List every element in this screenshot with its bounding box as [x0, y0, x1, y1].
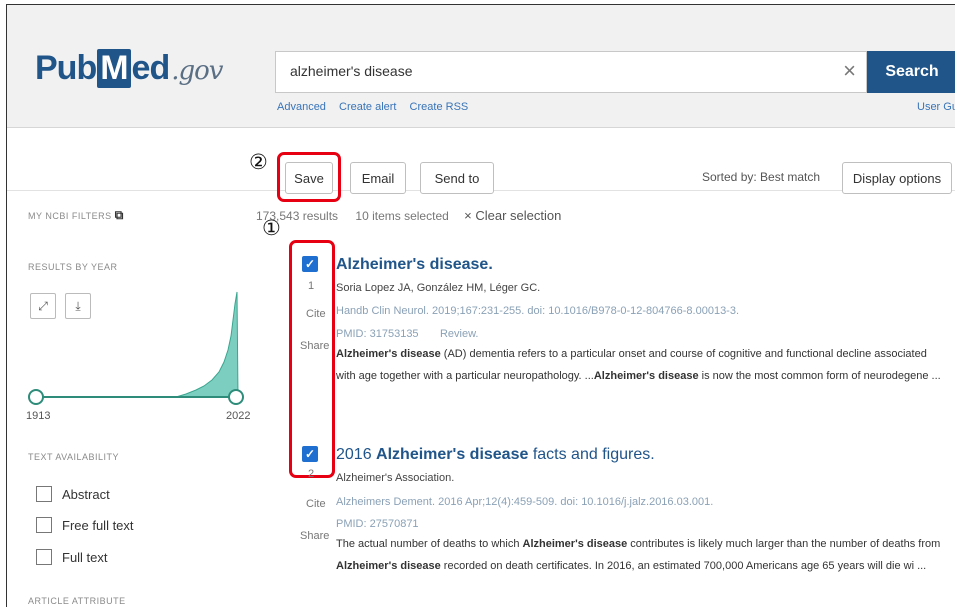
free-full-text-filter-label[interactable]: Free full text: [62, 518, 134, 533]
result-2-snippet: The actual number of deaths to which Alz…: [336, 538, 941, 572]
year-end-label: 2022: [226, 410, 251, 422]
pubmed-logo[interactable]: Pub Med.gov: [35, 49, 223, 88]
search-button[interactable]: Search: [867, 51, 955, 93]
result-1-pmid-line: PMID: 31753135 Review.: [336, 328, 479, 340]
email-button[interactable]: Email: [350, 162, 406, 194]
result-1-cite-button[interactable]: Cite: [306, 308, 326, 320]
result-1-number: 1: [308, 280, 315, 292]
logo-gov-text: .gov: [171, 56, 223, 86]
result-1-type: Review.: [439, 328, 479, 340]
clear-selection-link[interactable]: × Clear selection: [464, 208, 561, 223]
search-sublinks: Advanced Create alert Create RSS: [277, 101, 478, 113]
result-2-checkbox[interactable]: ✓: [302, 446, 318, 462]
abstract-filter-label[interactable]: Abstract: [62, 487, 110, 502]
year-start-handle[interactable]: [28, 389, 44, 405]
result-2-authors: Alzheimer's Association.: [336, 472, 455, 484]
year-end-handle[interactable]: [228, 389, 244, 405]
result-1-title[interactable]: Alzheimer's disease.: [336, 256, 493, 274]
sort-order-label: Sorted by: Best match: [702, 170, 821, 184]
full-text-filter-checkbox[interactable]: [36, 549, 52, 565]
create-rss-link[interactable]: Create RSS: [410, 101, 469, 113]
result-1-share-button[interactable]: Share: [300, 340, 329, 352]
results-meta: 173,543 results 10 items selected × Clea…: [256, 208, 561, 223]
full-text-filter-label[interactable]: Full text: [62, 550, 108, 565]
display-options-button[interactable]: Display options: [842, 162, 952, 194]
result-1-authors: Soria Lopez JA, González HM, Léger GC.: [336, 282, 541, 294]
results-by-year-heading: RESULTS BY YEAR: [28, 262, 118, 272]
text-availability-heading: TEXT AVAILABILITY: [28, 452, 120, 462]
create-alert-link[interactable]: Create alert: [339, 101, 396, 113]
free-full-text-filter-checkbox[interactable]: [36, 517, 52, 533]
results-count: 173,543 results: [256, 209, 339, 223]
send-to-button[interactable]: Send to: [420, 162, 494, 194]
save-highlight-box: [277, 152, 341, 202]
result-2-share-button[interactable]: Share: [300, 530, 329, 542]
advanced-link[interactable]: Advanced: [277, 101, 326, 113]
search-box: ×: [275, 51, 867, 93]
user-guide-link[interactable]: User Guid: [917, 101, 955, 113]
histogram-bars: [175, 291, 239, 398]
result-1-pmid: PMID: 31753135: [336, 328, 419, 340]
logo-pub-text: Pub: [35, 49, 97, 87]
result-2-title[interactable]: 2016 Alzheimer's disease facts and figur…: [336, 446, 655, 464]
article-attribute-heading: ARTICLE ATTRIBUTE: [28, 596, 126, 606]
result-1-journal: Handb Clin Neurol. 2019;167:231-255. doi…: [336, 305, 740, 317]
search-input[interactable]: [288, 62, 812, 80]
external-link-icon[interactable]: ⧉: [115, 208, 124, 222]
clear-search-icon[interactable]: ×: [843, 58, 856, 84]
result-2-number: 2: [308, 468, 315, 480]
result-2-cite-button[interactable]: Cite: [306, 498, 326, 510]
result-2-journal: Alzheimers Dement. 2016 Apr;12(4):459-50…: [336, 496, 714, 508]
checkbox-highlight-box: [289, 240, 335, 478]
logo-m-text: M: [97, 49, 131, 88]
logo-ed-text: ed: [131, 49, 171, 87]
result-1-checkbox[interactable]: ✓: [302, 256, 318, 272]
annotation-2: ②: [249, 150, 268, 174]
results-by-year-histogram: [28, 291, 244, 405]
result-1-snippet: Alzheimer's disease (AD) dementia refers…: [336, 348, 941, 382]
my-ncbi-filters-heading[interactable]: MY NCBI FILTERS ⧉: [28, 208, 124, 223]
result-2-pmid: PMID: 27570871: [336, 518, 419, 530]
header: PubMed.gov × Search Advanced Create aler…: [7, 5, 955, 128]
year-start-label: 1913: [26, 410, 51, 422]
items-selected-count: 10 items selected: [355, 209, 449, 223]
abstract-filter-checkbox[interactable]: [36, 486, 52, 502]
